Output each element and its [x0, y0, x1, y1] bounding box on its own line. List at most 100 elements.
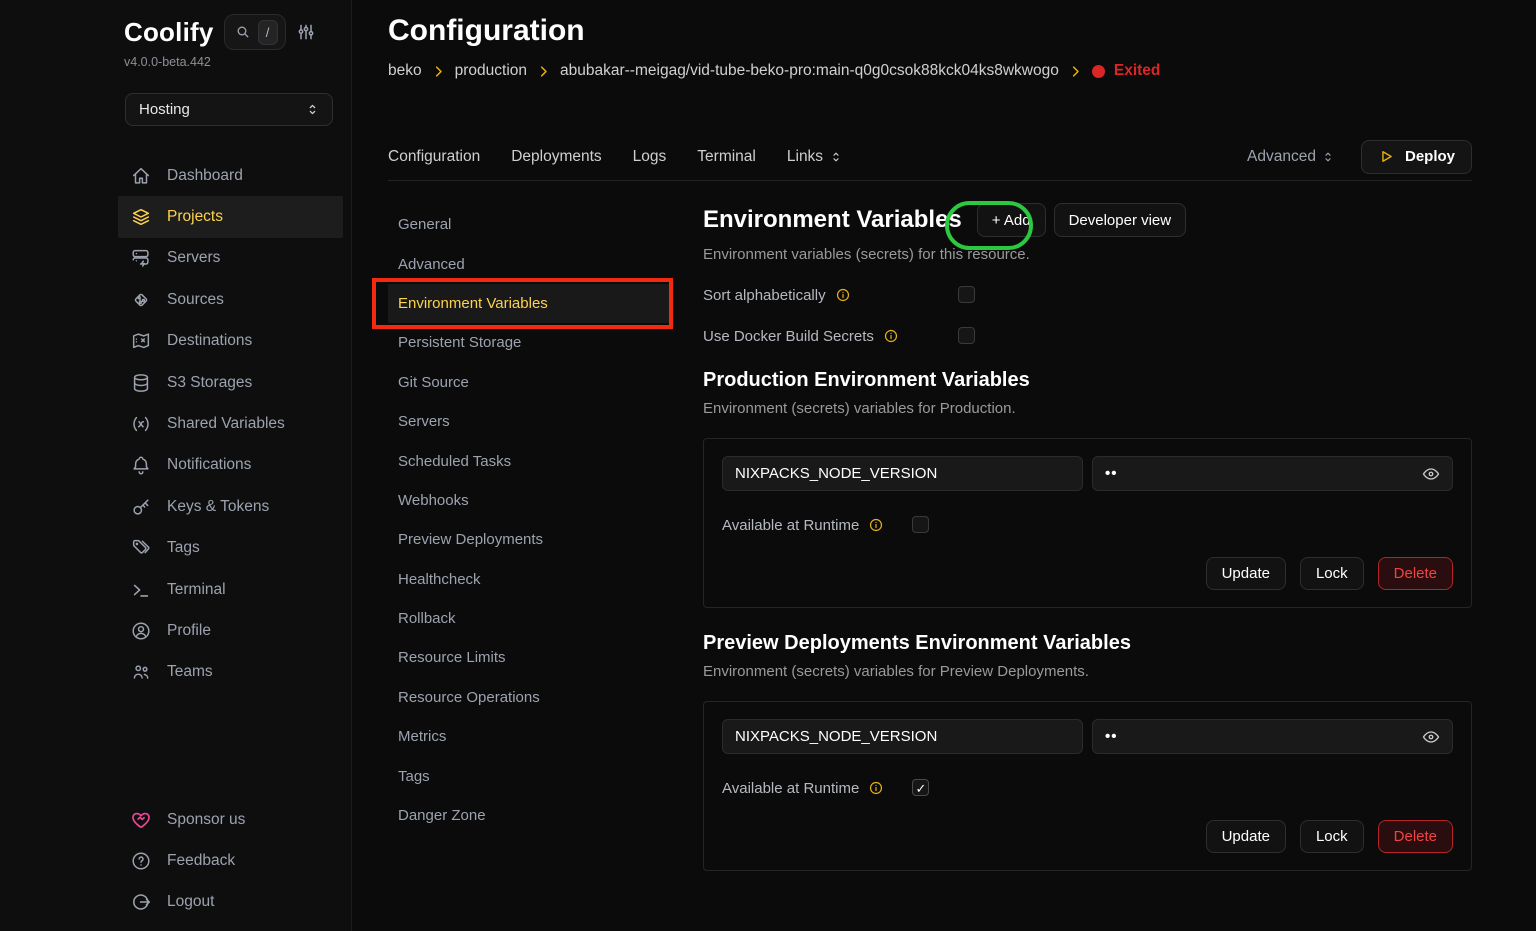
developer-view-button[interactable]: Developer view	[1054, 203, 1187, 237]
delete-button[interactable]: Delete	[1378, 557, 1453, 590]
main-content: Configuration beko production abubakar--…	[352, 0, 1536, 931]
sidebar-item-projects[interactable]: Projects	[118, 196, 343, 237]
subnav-item-environment-variables[interactable]: Environment Variables	[388, 284, 672, 323]
team-select-value: Hosting	[139, 101, 190, 118]
update-button[interactable]: Update	[1206, 557, 1286, 590]
subnav-item-resource-limits[interactable]: Resource Limits	[388, 638, 672, 677]
advanced-menu[interactable]: Advanced	[1247, 148, 1335, 166]
subnav-item-healthcheck[interactable]: Healthcheck	[388, 560, 672, 599]
page-title: Configuration	[388, 14, 585, 48]
lock-button[interactable]: Lock	[1300, 557, 1364, 590]
tab-logs[interactable]: Logs	[633, 148, 667, 166]
subnav-item-persistent-storage[interactable]: Persistent Storage	[388, 323, 672, 362]
eye-icon[interactable]	[1421, 727, 1441, 747]
chevron-right-icon	[431, 64, 446, 79]
sidebar-item-label: S3 Storages	[167, 374, 252, 392]
sidebar-item-notifications[interactable]: Notifications	[118, 445, 343, 486]
sidebar-item-feedback[interactable]: Feedback	[118, 840, 343, 881]
env-var-card-production: Available at Runtime Update Lock Delete	[703, 438, 1472, 608]
available-at-runtime-checkbox[interactable]	[912, 516, 929, 533]
toggle-label: Sort alphabetically	[703, 287, 826, 304]
team-select[interactable]: Hosting	[125, 93, 333, 126]
users-icon	[130, 661, 152, 683]
sidebar-item-label: Terminal	[167, 581, 226, 599]
sidebar-item-shared-variables[interactable]: Shared Variables	[118, 403, 343, 444]
sidebar-item-label: Keys & Tokens	[167, 498, 269, 516]
deploy-button[interactable]: Deploy	[1361, 140, 1472, 174]
breadcrumb-resource[interactable]: abubakar--meigag/vid-tube-beko-pro:main-…	[560, 62, 1059, 80]
sidebar-item-logout[interactable]: Logout	[118, 882, 343, 923]
variable-name-input[interactable]	[722, 719, 1083, 754]
variable-value-input[interactable]	[1092, 719, 1453, 754]
sidebar-item-sources[interactable]: Sources	[118, 279, 343, 320]
subnav-item-servers[interactable]: Servers	[388, 402, 672, 441]
info-icon	[868, 780, 884, 796]
subnav-item-danger-zone[interactable]: Danger Zone	[388, 796, 672, 835]
subnav-item-scheduled-tasks[interactable]: Scheduled Tasks	[388, 441, 672, 480]
sort-alphabetically-row: Sort alphabetically	[703, 286, 1472, 304]
sidebar-item-sponsor-us[interactable]: Sponsor us	[118, 799, 343, 840]
breadcrumb-project[interactable]: beko	[388, 62, 422, 80]
sidebar-item-label: Sources	[167, 291, 224, 309]
sidebar-item-profile[interactable]: Profile	[118, 610, 343, 651]
eye-icon[interactable]	[1421, 464, 1441, 484]
terminal-icon	[130, 579, 152, 601]
docker-build-secrets-checkbox[interactable]	[958, 327, 975, 344]
breadcrumb-environment[interactable]: production	[455, 62, 527, 80]
lock-button[interactable]: Lock	[1300, 820, 1364, 853]
tab-deployments[interactable]: Deployments	[511, 148, 601, 166]
bell-icon	[130, 454, 152, 476]
runtime-label: Available at Runtime	[722, 517, 859, 534]
user-circle-icon	[130, 620, 152, 642]
selector-icon	[305, 102, 320, 117]
git-icon	[130, 289, 152, 311]
key-icon	[130, 496, 152, 518]
available-at-runtime-row: Available at Runtime	[722, 779, 1453, 797]
subnav-item-resource-operations[interactable]: Resource Operations	[388, 678, 672, 717]
sort-alphabetically-checkbox[interactable]	[958, 286, 975, 303]
sidebar-item-dashboard[interactable]: Dashboard	[118, 155, 343, 196]
search-button[interactable]: /	[224, 14, 286, 50]
subnav-item-metrics[interactable]: Metrics	[388, 717, 672, 756]
subnav-item-webhooks[interactable]: Webhooks	[388, 481, 672, 520]
sidebar-item-teams[interactable]: Teams	[118, 652, 343, 693]
subnav-item-rollback[interactable]: Rollback	[388, 599, 672, 638]
subnav-item-preview-deployments[interactable]: Preview Deployments	[388, 520, 672, 559]
sidebar-item-s3-storages[interactable]: S3 Storages	[118, 362, 343, 403]
subnav-item-general[interactable]: General	[388, 205, 672, 244]
tab-links[interactable]: Links	[787, 148, 843, 166]
sidebar-nav: Dashboard Projects Servers Sources Desti…	[0, 155, 351, 693]
variable-value-input[interactable]	[1092, 456, 1453, 491]
sidebar-item-keys-tokens[interactable]: Keys & Tokens	[118, 486, 343, 527]
subnav-item-git-source[interactable]: Git Source	[388, 363, 672, 402]
tab-terminal[interactable]: Terminal	[697, 148, 756, 166]
info-icon	[883, 328, 899, 344]
add-variable-button[interactable]: + Add	[977, 203, 1046, 237]
sidebar-item-label: Logout	[167, 893, 214, 911]
breadcrumb: beko production abubakar--meigag/vid-tub…	[388, 62, 1160, 80]
sidebar-item-label: Feedback	[167, 852, 235, 870]
delete-button[interactable]: Delete	[1378, 820, 1453, 853]
logout-icon	[130, 891, 152, 913]
search-icon	[235, 24, 251, 40]
update-button[interactable]: Update	[1206, 820, 1286, 853]
sidebar-item-terminal[interactable]: Terminal	[118, 569, 343, 610]
resource-tabbar: Configuration Deployments Logs Terminal …	[388, 133, 1472, 181]
sidebar-item-tags[interactable]: Tags	[118, 528, 343, 569]
sidebar-item-label: Profile	[167, 622, 211, 640]
available-at-runtime-checkbox[interactable]	[912, 779, 929, 796]
subnav-item-tags[interactable]: Tags	[388, 756, 672, 795]
variable-name-input[interactable]	[722, 456, 1083, 491]
sidebar-item-destinations[interactable]: Destinations	[118, 321, 343, 362]
filters-icon[interactable]	[296, 22, 316, 42]
subnav-item-advanced[interactable]: Advanced	[388, 244, 672, 283]
tab-configuration[interactable]: Configuration	[388, 148, 480, 166]
help-icon	[130, 850, 152, 872]
sidebar-item-label: Servers	[167, 249, 220, 267]
app-root: Coolify / v4.0.0-beta.442 Hosting	[0, 0, 1536, 931]
runtime-label: Available at Runtime	[722, 780, 859, 797]
env-var-card-preview: Available at Runtime Update Lock Delete	[703, 701, 1472, 871]
sidebar-item-servers[interactable]: Servers	[118, 238, 343, 279]
sidebar-item-label: Sponsor us	[167, 811, 245, 829]
docker-build-secrets-row: Use Docker Build Secrets	[703, 327, 1472, 345]
